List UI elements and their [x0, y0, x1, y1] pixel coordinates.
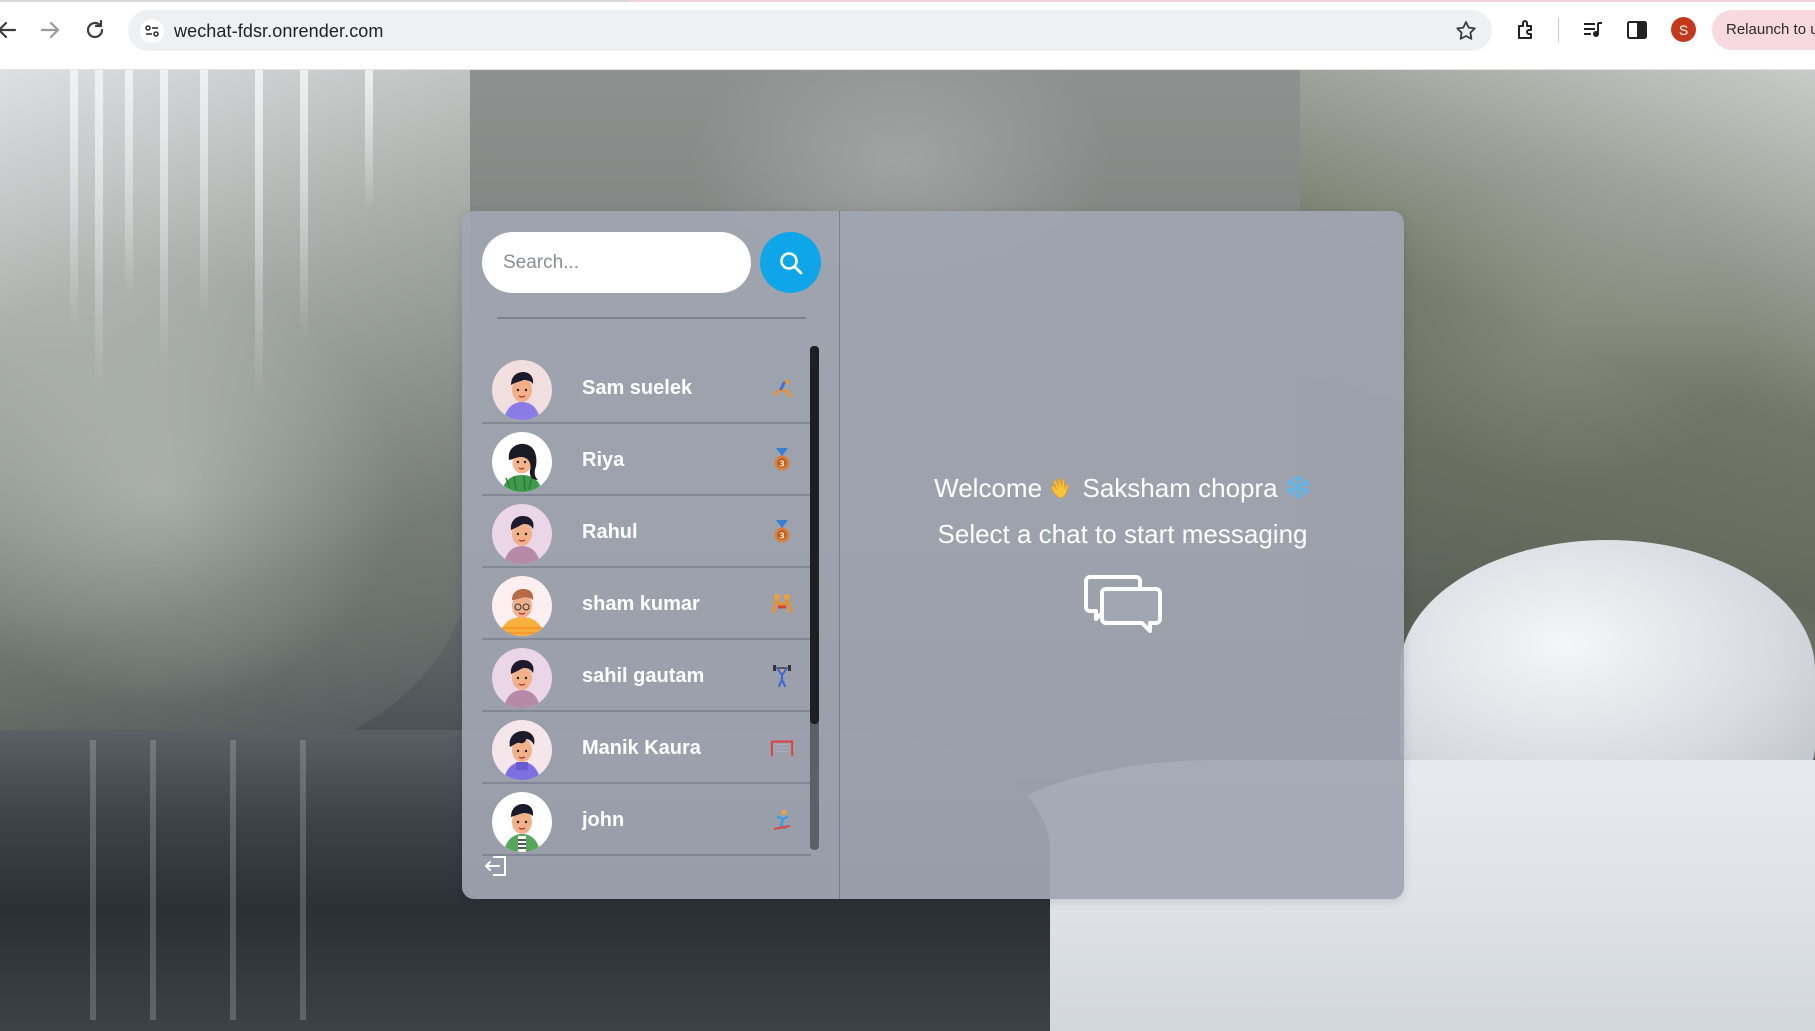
- skier-icon: [770, 808, 794, 832]
- site-settings-icon[interactable]: [140, 19, 164, 43]
- welcome-prefix: Welcome: [934, 473, 1043, 503]
- address-bar[interactable]: wechat-fdsr.onrender.com: [128, 10, 1492, 51]
- bronze-medal-icon: 3: [770, 520, 794, 544]
- user-name: Manik Kaura: [582, 737, 701, 759]
- scrollbar-thumb[interactable]: [810, 346, 819, 724]
- extensions-icon[interactable]: [1513, 17, 1539, 43]
- user-list-item[interactable]: sahil gautam: [482, 640, 811, 712]
- forward-arrow-icon[interactable]: [37, 17, 63, 43]
- user-list: Sam suelek Riya 3 Rahul 3 sham kumar sah…: [482, 352, 811, 862]
- gymnast-icon: [770, 376, 794, 400]
- sidebar-divider: [497, 317, 806, 319]
- user-list-item[interactable]: Rahul 3: [482, 496, 811, 568]
- logout-button[interactable]: [482, 852, 510, 880]
- user-name: Rahul: [582, 521, 638, 543]
- user-list-item[interactable]: john: [482, 784, 811, 856]
- bookmark-star-icon[interactable]: [1454, 19, 1478, 48]
- tab-strip-edge: [0, 0, 630, 2]
- icicle: [160, 70, 168, 370]
- icicle: [255, 70, 263, 400]
- snowflake-icon: [1285, 474, 1311, 507]
- user-name: Sam suelek: [582, 377, 693, 399]
- reload-icon[interactable]: [82, 17, 108, 43]
- search-icon: [779, 251, 802, 274]
- icicle: [200, 70, 208, 320]
- user-list-item[interactable]: sham kumar: [482, 568, 811, 640]
- bronze-medal-icon: 3: [770, 448, 794, 472]
- avatar: [492, 648, 552, 708]
- avatar: [492, 576, 552, 636]
- user-list-item[interactable]: Sam suelek: [482, 352, 811, 424]
- wrestlers-icon: [770, 592, 794, 616]
- icicle: [95, 70, 103, 390]
- avatar: [492, 504, 552, 564]
- icicle: [300, 70, 308, 340]
- message-area: Welcome Saksham chopra Select a chat to …: [841, 211, 1404, 899]
- sidebar: Sam suelek Riya 3 Rahul: [462, 211, 840, 899]
- select-chat-prompt: Select a chat to start messaging: [937, 519, 1308, 549]
- avatar: [492, 432, 552, 492]
- icicle: [125, 70, 133, 300]
- svg-text:3: 3: [779, 532, 785, 541]
- avatar: [492, 360, 552, 420]
- user-name: Riya: [582, 449, 625, 471]
- chat-app-card: Sam suelek Riya 3 Rahul: [462, 211, 1404, 899]
- icicle: [365, 70, 373, 210]
- reflection: [150, 740, 156, 1020]
- welcome-message: Welcome Saksham chopra: [841, 473, 1404, 507]
- user-name: sahil gautam: [582, 665, 705, 687]
- back-arrow-icon[interactable]: [0, 17, 20, 43]
- reflection: [90, 740, 96, 1020]
- icicle: [70, 70, 78, 330]
- profile-avatar[interactable]: S: [1671, 17, 1696, 42]
- reflection: [300, 740, 306, 1020]
- user-list-item[interactable]: Riya 3: [482, 424, 811, 496]
- reflection: [230, 740, 236, 1020]
- logout-icon: [485, 856, 506, 876]
- tab-strip-edge-pink: [630, 0, 1815, 2]
- relaunch-button[interactable]: Relaunch to u: [1712, 10, 1815, 50]
- user-name: sham kumar: [582, 593, 700, 615]
- user-list-item[interactable]: Manik Kaura: [482, 712, 811, 784]
- goal-net-icon: [770, 736, 794, 760]
- chat-bubbles-icon: [1084, 573, 1162, 637]
- media-control-icon[interactable]: [1580, 17, 1606, 43]
- search-input[interactable]: [482, 232, 751, 293]
- search-button[interactable]: [760, 232, 821, 293]
- side-panel-icon[interactable]: [1624, 17, 1650, 43]
- url-text: wechat-fdsr.onrender.com: [174, 21, 384, 41]
- browser-toolbar: wechat-fdsr.onrender.com S Relaunch to u: [0, 0, 1815, 70]
- user-name: john: [582, 809, 625, 831]
- avatar: [492, 792, 552, 852]
- user-list-scrollbar[interactable]: [810, 346, 819, 850]
- waving-hand-icon: [1049, 474, 1075, 507]
- svg-text:3: 3: [779, 460, 785, 469]
- user-name: Saksham chopra: [1082, 473, 1278, 503]
- toolbar-separator: [1558, 18, 1559, 42]
- weightlifter-icon: [770, 664, 794, 688]
- avatar: [492, 720, 552, 780]
